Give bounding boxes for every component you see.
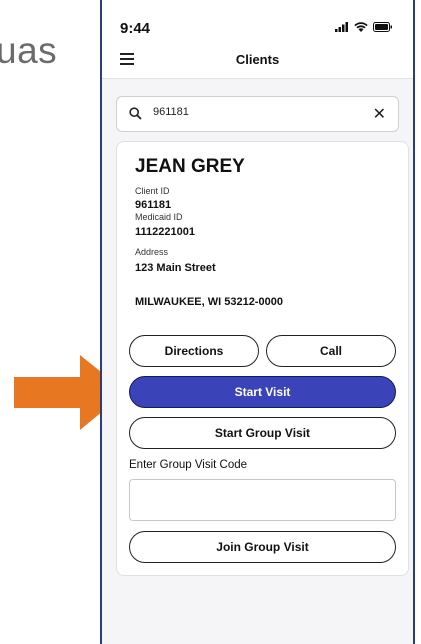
- nav-bar: Clients: [102, 42, 413, 79]
- client-name: JEAN GREY: [135, 156, 245, 177]
- start-group-visit-button[interactable]: Start Group Visit: [129, 417, 396, 449]
- page-title: Clients: [235, 52, 280, 67]
- medicaid-id-value: 1112221001: [135, 226, 195, 238]
- background-heading-text: uas: [0, 30, 58, 71]
- search-icon: [129, 107, 142, 120]
- client-card: JEAN GREY Client ID 961181 Medicaid ID 1…: [116, 141, 409, 576]
- close-icon[interactable]: ✕: [373, 104, 386, 124]
- status-bar: 9:44: [102, 0, 413, 42]
- address-label: Address: [135, 247, 169, 257]
- start-visit-button[interactable]: Start Visit: [129, 376, 396, 408]
- address-line-1: 123 Main Street: [135, 262, 216, 274]
- group-visit-code-label: Enter Group Visit Code: [129, 459, 248, 471]
- call-button[interactable]: Call: [266, 335, 396, 367]
- signal-icon: [335, 22, 348, 32]
- wifi-icon: [354, 22, 368, 32]
- status-time: 9:44: [120, 20, 151, 37]
- search-input[interactable]: [153, 106, 353, 118]
- client-id-label: Client ID: [135, 186, 170, 196]
- directions-button[interactable]: Directions: [129, 335, 259, 367]
- group-visit-code-input[interactable]: [129, 479, 396, 521]
- medicaid-id-label: Medicaid ID: [135, 212, 183, 222]
- address-line-2: MILWAUKEE, WI 53212-0000: [135, 296, 283, 308]
- client-id-value: 961181: [135, 199, 172, 211]
- battery-icon: [373, 22, 392, 32]
- search-bar: ✕: [116, 96, 399, 132]
- phone-screen: 9:44 Clients 961181 ✕ JEAN GREY Client I…: [100, 0, 415, 644]
- join-group-visit-button[interactable]: Join Group Visit: [129, 531, 396, 563]
